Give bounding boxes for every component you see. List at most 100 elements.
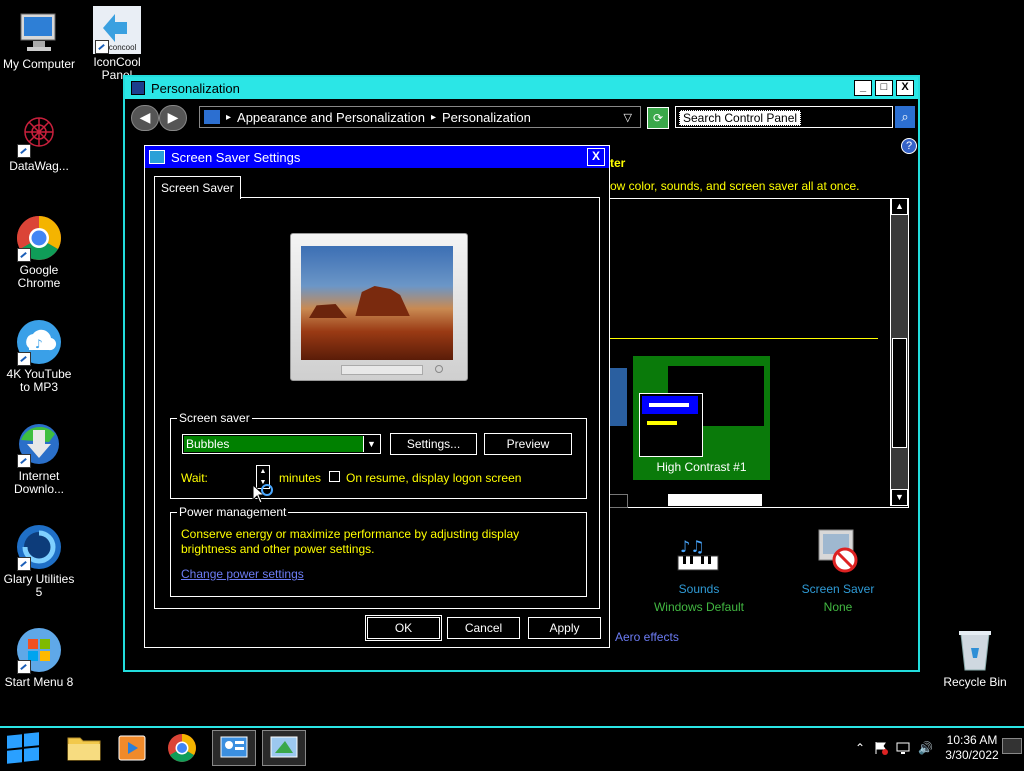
- forward-button[interactable]: ▶: [159, 105, 187, 131]
- aero-effects-link[interactable]: Aero effects: [615, 630, 679, 644]
- page-heading: ter: [610, 156, 626, 170]
- theme-list-scrollbar[interactable]: ▲ ▼: [890, 198, 908, 506]
- screen-saver-preview-monitor: [290, 233, 468, 381]
- wait-label: Wait:: [181, 471, 208, 485]
- tab-screen-saver[interactable]: Screen Saver: [154, 176, 241, 199]
- address-dropdown-icon[interactable]: ▽: [624, 111, 632, 124]
- file-explorer-icon[interactable]: [62, 730, 106, 766]
- startmenu8-icon: [15, 626, 63, 674]
- chevron-up-icon[interactable]: ⌃: [853, 741, 867, 755]
- close-button[interactable]: X: [896, 80, 914, 96]
- desktop-icon-datawag[interactable]: DataWag...: [0, 110, 78, 173]
- screen-saver-group: Screen saver Bubbles ▼ Settings... Previ…: [170, 411, 587, 499]
- personalization-icon[interactable]: [262, 730, 306, 766]
- taskbar: ⌃ 🔊 10:36 AM 3/30/2022: [0, 726, 1024, 768]
- svg-text:♪♫: ♪♫: [680, 537, 705, 556]
- settings-button[interactable]: Settings...: [390, 433, 477, 455]
- selected-screen-saver: Bubbles: [184, 436, 364, 452]
- iconcool-icon: iconcool: [93, 6, 141, 54]
- change-power-settings-link[interactable]: Change power settings: [181, 567, 304, 581]
- theme-tile-partial[interactable]: [668, 494, 762, 506]
- scroll-down-button[interactable]: ▼: [891, 489, 908, 506]
- ok-button[interactable]: OK: [365, 615, 442, 641]
- search-placeholder: Search Control Panel: [679, 110, 802, 126]
- screen-saver-select[interactable]: Bubbles ▼: [182, 434, 381, 454]
- volume-icon[interactable]: 🔊: [918, 741, 933, 755]
- help-icon[interactable]: ?: [901, 138, 917, 154]
- shortcut-arrow-icon: [95, 40, 109, 54]
- back-button[interactable]: ◀: [131, 105, 159, 131]
- theme-tile-partial[interactable]: [610, 494, 628, 508]
- maximize-button[interactable]: □: [875, 80, 893, 96]
- control-panel-icon: [131, 81, 145, 95]
- screen-saver-icon: [813, 526, 863, 576]
- shortcut-arrow-icon: [17, 557, 31, 571]
- cancel-button[interactable]: Cancel: [447, 617, 520, 639]
- desktop-icon-startmenu8[interactable]: Start Menu 8: [0, 626, 78, 689]
- group-label: Screen saver: [177, 411, 252, 425]
- screen-saver-dialog: Screen Saver Settings X Screen Saver Scr…: [144, 145, 610, 648]
- desktop-icon-label: Glary Utilities 5: [3, 572, 75, 599]
- dialog-titlebar[interactable]: Screen Saver Settings X: [145, 146, 609, 168]
- desktop-icon-chrome[interactable]: Google Chrome: [0, 214, 78, 290]
- sounds-value: Windows Default: [653, 600, 745, 614]
- desktop-icon-label: Google Chrome: [17, 263, 61, 290]
- idm-icon: [15, 420, 63, 468]
- theme-tile-partial[interactable]: [610, 368, 627, 426]
- chevron-down-icon[interactable]: ▼: [363, 436, 379, 452]
- theme-high-contrast-1[interactable]: High Contrast #1: [633, 356, 770, 480]
- network-icon[interactable]: [896, 741, 910, 755]
- youtube-mp3-icon: ♪: [15, 318, 63, 366]
- chrome-icon[interactable]: [160, 730, 204, 766]
- theme-label: High Contrast #1: [656, 460, 747, 474]
- desktop-icon-4k-youtube[interactable]: ♪ 4K YouTube to MP3: [0, 318, 78, 394]
- desktop-icon-my-computer[interactable]: My Computer: [0, 8, 78, 71]
- desktop-icon-recycle-bin[interactable]: Recycle Bin: [936, 626, 1014, 689]
- scroll-thumb[interactable]: [892, 338, 907, 448]
- desktop-icon-label: My Computer: [2, 57, 76, 71]
- desktop-icon-label: Internet Downlo...: [13, 469, 65, 496]
- computer-icon: [15, 8, 63, 56]
- screen-saver-setting[interactable]: Screen Saver None: [783, 526, 893, 614]
- shortcut-arrow-icon: [17, 454, 31, 468]
- logon-on-resume-label[interactable]: On resume, display logon screen: [346, 471, 521, 485]
- address-bar[interactable]: ▸ Appearance and Personalization ▸ Perso…: [199, 106, 641, 128]
- breadcrumb-personalization[interactable]: Personalization: [442, 110, 531, 125]
- preview-screen: [301, 246, 453, 360]
- desktop-icon-iconcool[interactable]: iconcool IconCool Panel: [78, 6, 156, 82]
- breadcrumb-separator: ▸: [226, 111, 232, 123]
- power-description: Conserve energy or maximize performance …: [181, 527, 520, 556]
- refresh-button[interactable]: ⟳: [647, 107, 669, 129]
- busy-cursor-icon: [252, 484, 273, 504]
- minimize-button[interactable]: _: [854, 80, 872, 96]
- theme-section-divider: [610, 338, 878, 339]
- preview-button[interactable]: Preview: [484, 433, 572, 455]
- search-icon[interactable]: ⌕: [895, 106, 915, 128]
- desktop-icon-glary[interactable]: Glary Utilities 5: [0, 523, 78, 599]
- control-panel-icon: [204, 110, 220, 124]
- stepper-up-icon[interactable]: ▲: [258, 467, 268, 476]
- shortcut-arrow-icon: [17, 660, 31, 674]
- desktop-icon-label: 4K YouTube to MP3: [6, 367, 72, 394]
- control-panel-icon[interactable]: [212, 730, 256, 766]
- power-management-group: Power management Conserve energy or maxi…: [170, 505, 587, 597]
- logon-on-resume-checkbox[interactable]: [329, 471, 340, 482]
- clock[interactable]: 10:36 AM 3/30/2022: [932, 733, 1012, 763]
- clock-date: 3/30/2022: [945, 748, 999, 762]
- dialog-close-button[interactable]: X: [587, 148, 605, 166]
- window-titlebar[interactable]: Personalization _ □ X: [125, 77, 918, 99]
- sounds-setting[interactable]: ♪♫ Sounds Windows Default: [644, 526, 754, 614]
- desktop-icon-idm[interactable]: Internet Downlo...: [0, 420, 78, 496]
- apply-button[interactable]: Apply: [528, 617, 601, 639]
- action-center-flag-icon[interactable]: [874, 741, 888, 755]
- scroll-up-button[interactable]: ▲: [891, 198, 908, 215]
- breadcrumb-appearance[interactable]: Appearance and Personalization: [237, 110, 425, 125]
- start-button[interactable]: [4, 732, 42, 764]
- desktop-icon-label: DataWag...: [9, 159, 69, 173]
- media-player-icon[interactable]: [110, 730, 154, 766]
- show-desktop-icon[interactable]: [1002, 738, 1022, 754]
- desktop-icon-label: Recycle Bin: [943, 675, 1007, 689]
- shortcut-arrow-icon: [17, 248, 31, 262]
- search-input[interactable]: Search Control Panel: [675, 106, 893, 128]
- theme-preview-window: [639, 393, 703, 457]
